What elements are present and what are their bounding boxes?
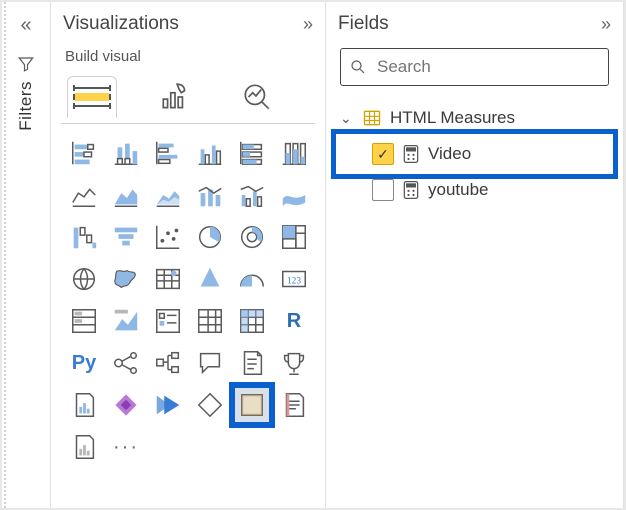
stacked-bar-chart-icon[interactable] [65, 134, 103, 172]
fields-pane: Fields » ⌄ HTML Measures Video youtube [326, 2, 624, 508]
measure-icon [402, 180, 420, 200]
filled-map-icon[interactable] [107, 260, 145, 298]
custom-visual-1-icon[interactable] [191, 386, 229, 424]
expand-filters-icon[interactable]: « [20, 14, 31, 37]
filter-icon [17, 55, 35, 73]
html-content-visual-icon[interactable] [233, 386, 271, 424]
fields-table-row[interactable]: ⌄ HTML Measures [338, 100, 611, 136]
kpi-icon[interactable] [107, 302, 145, 340]
ribbon-chart-icon[interactable] [275, 176, 313, 214]
card-icon[interactable]: 123 [275, 260, 313, 298]
power-automate-icon[interactable] [149, 386, 187, 424]
gauge-icon[interactable] [233, 260, 271, 298]
multi-row-card-icon[interactable] [65, 302, 103, 340]
tab-analytics[interactable] [233, 77, 281, 117]
get-more-visuals-icon[interactable] [65, 428, 103, 466]
power-apps-icon[interactable] [107, 386, 145, 424]
arcgis-map-icon[interactable] [191, 260, 229, 298]
funnel-chart-icon[interactable] [107, 218, 145, 256]
clustered-bar-chart-icon[interactable] [149, 134, 187, 172]
area-chart-icon[interactable] [107, 176, 145, 214]
fields-search-input[interactable] [375, 56, 600, 78]
key-influencers-icon[interactable] [107, 344, 145, 382]
collapse-visualizations-icon[interactable]: » [303, 14, 313, 35]
svg-text:123: 123 [287, 277, 301, 287]
fields-table-name: HTML Measures [390, 108, 515, 128]
field-item-video[interactable]: Video [338, 136, 611, 172]
filters-label: Filters [16, 81, 36, 131]
stacked-column-chart-icon[interactable] [107, 134, 145, 172]
field-label: youtube [428, 180, 489, 200]
visualizations-pane: Visualizations » Build visual [51, 2, 326, 508]
hundred-stacked-column-icon[interactable] [275, 134, 313, 172]
r-visual-icon[interactable]: R [275, 302, 313, 340]
goals-icon[interactable] [275, 344, 313, 382]
tab-format-visual[interactable] [151, 77, 199, 117]
hundred-stacked-bar-icon[interactable] [233, 134, 271, 172]
filters-rail[interactable]: « Filters [2, 2, 51, 508]
chevron-down-icon: ⌄ [340, 110, 354, 127]
field-label: Video [428, 144, 471, 164]
matrix-icon[interactable] [233, 302, 271, 340]
measure-icon [402, 144, 420, 164]
stacked-area-chart-icon[interactable] [149, 176, 187, 214]
smart-narrative-icon[interactable] [233, 344, 271, 382]
scatter-chart-icon[interactable] [149, 218, 187, 256]
build-visual-label: Build visual [65, 48, 313, 65]
tab-build-visual[interactable] [67, 76, 117, 118]
more-options-icon[interactable]: ··· [107, 428, 145, 466]
search-icon [349, 58, 367, 76]
field-checkbox[interactable] [372, 143, 394, 165]
line-chart-icon[interactable] [65, 176, 103, 214]
visualizations-title: Visualizations [63, 13, 179, 35]
analytics-icon [240, 80, 274, 114]
field-checkbox[interactable] [372, 179, 394, 201]
qna-icon[interactable] [191, 344, 229, 382]
map-icon[interactable] [65, 260, 103, 298]
field-item-youtube[interactable]: youtube [338, 172, 611, 208]
treemap-icon[interactable] [275, 218, 313, 256]
format-visual-icon [158, 80, 192, 114]
fields-tree: ⌄ HTML Measures Video youtube [338, 100, 611, 208]
visualization-gallery: 123 R Py ··· [63, 134, 313, 466]
azure-map-icon[interactable] [149, 260, 187, 298]
table-icon[interactable] [191, 302, 229, 340]
paginated-report-icon[interactable] [65, 386, 103, 424]
clustered-column-chart-icon[interactable] [191, 134, 229, 172]
fields-title: Fields [338, 13, 389, 35]
decomposition-tree-icon[interactable] [149, 344, 187, 382]
fields-search[interactable] [340, 48, 609, 86]
waterfall-chart-icon[interactable] [65, 218, 103, 256]
line-stacked-column-icon[interactable] [191, 176, 229, 214]
custom-visual-2-icon[interactable] [275, 386, 313, 424]
build-visual-icon [73, 85, 111, 109]
line-clustered-column-icon[interactable] [233, 176, 271, 214]
python-visual-icon[interactable]: Py [65, 344, 103, 382]
collapse-fields-icon[interactable]: » [601, 14, 611, 35]
table-icon [362, 108, 382, 128]
pie-chart-icon[interactable] [191, 218, 229, 256]
donut-chart-icon[interactable] [233, 218, 271, 256]
slicer-icon[interactable] [149, 302, 187, 340]
